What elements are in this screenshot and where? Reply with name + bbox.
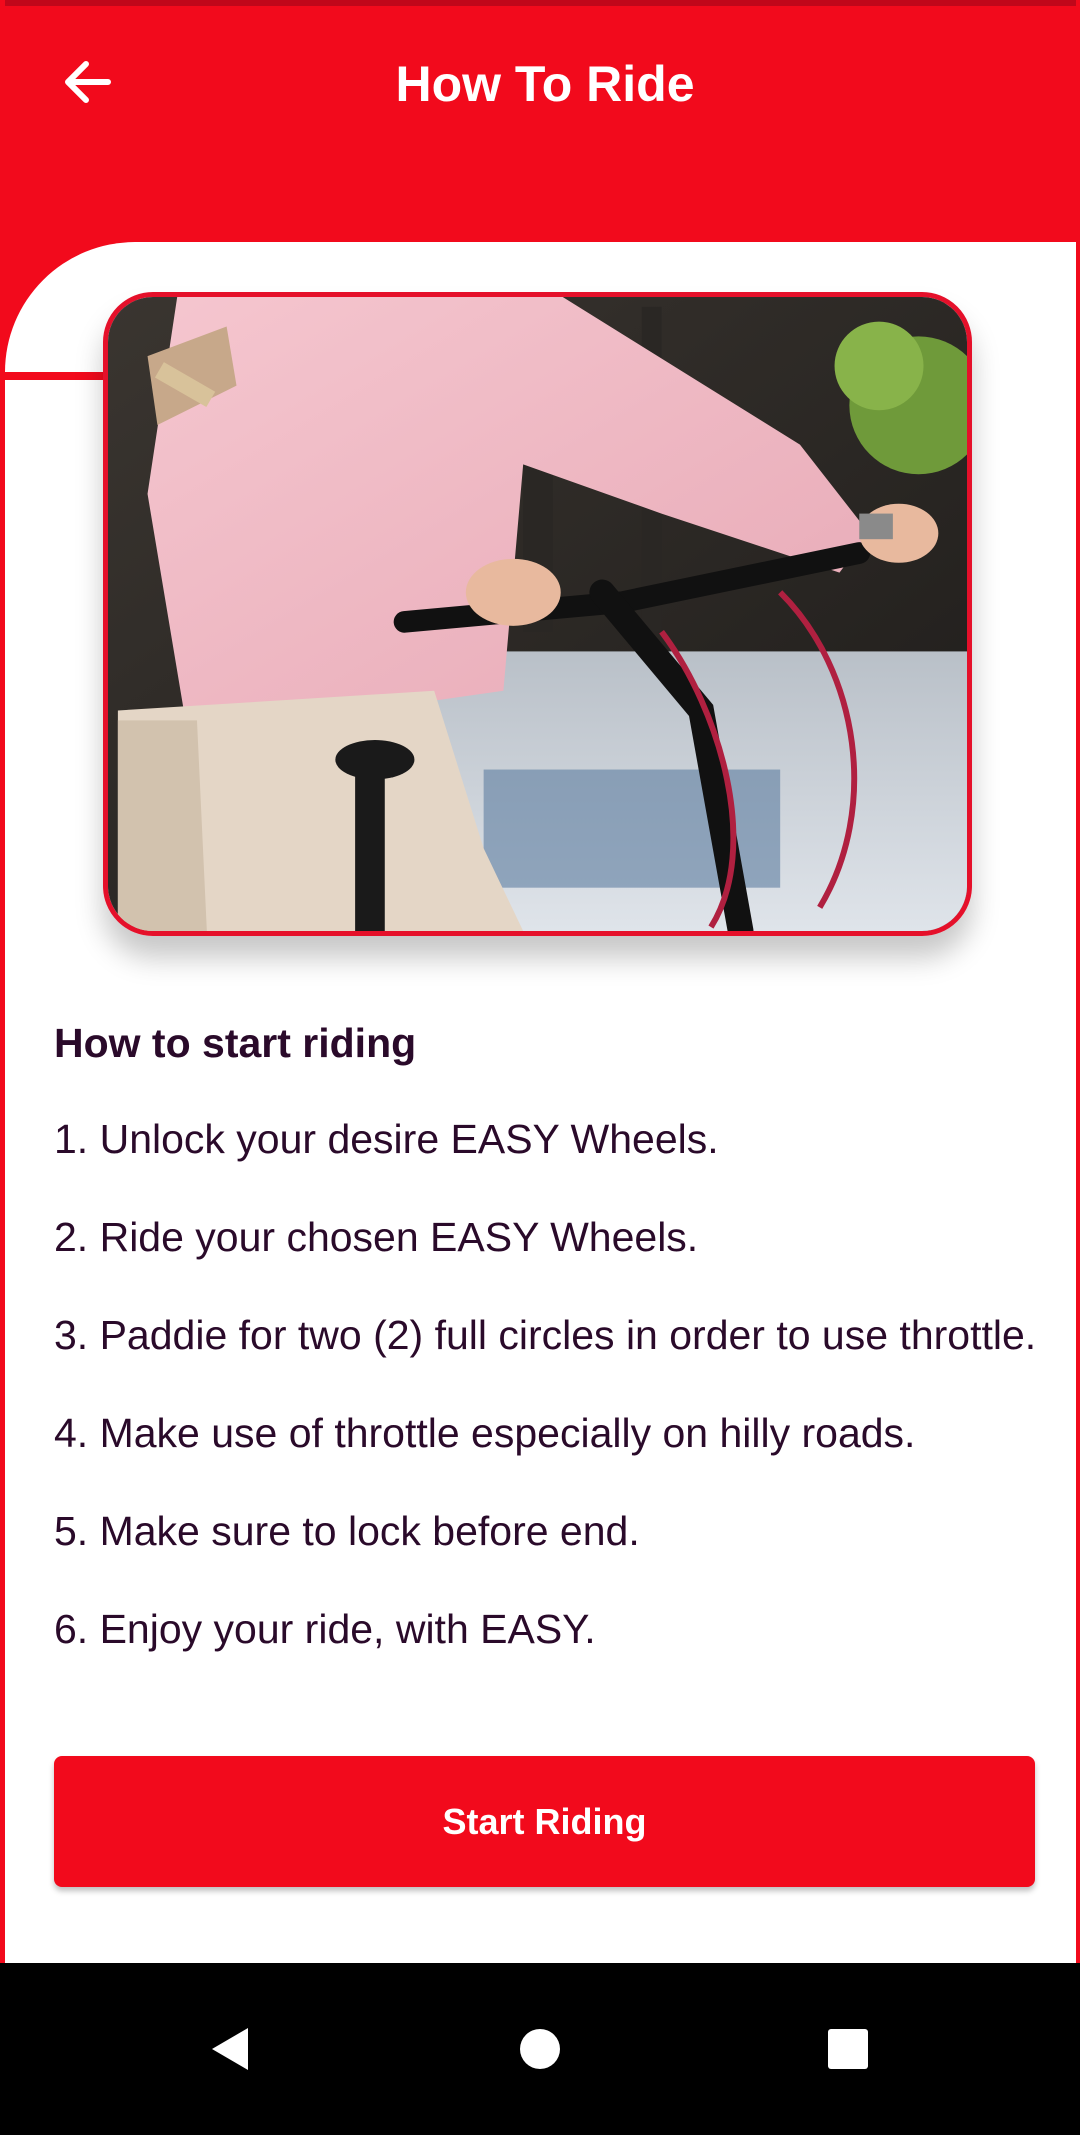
step-item: 2. Ride your chosen EASY Wheels.	[54, 1214, 699, 1260]
nav-home-icon	[520, 2029, 560, 2069]
step-item: 5. Make sure to lock before end.	[54, 1508, 640, 1554]
status-bar	[5, 0, 1076, 6]
steps-list: 1. Unlock your desire EASY Wheels. 2. Ri…	[54, 1112, 1044, 1700]
nav-back-button[interactable]	[150, 1963, 310, 2135]
step-item: 6. Enjoy your ride, with EASY.	[54, 1606, 596, 1652]
step-item: 4. Make use of throttle especially on hi…	[54, 1410, 916, 1456]
start-riding-button[interactable]: Start Riding	[54, 1756, 1035, 1887]
header-bar	[5, 0, 1076, 245]
system-navigation-bar	[0, 1963, 1080, 2135]
nav-home-button[interactable]	[460, 1963, 620, 2135]
step-item: 3. Paddie for two (2) full circles in or…	[54, 1312, 1037, 1358]
section-title: How to start riding	[54, 1020, 417, 1066]
hero-image	[103, 292, 972, 936]
person-with-bicycle-photo	[108, 297, 967, 931]
page-title: How To Ride	[395, 56, 695, 112]
nav-recents-button[interactable]	[768, 1963, 928, 2135]
nav-recents-icon	[828, 2029, 868, 2069]
step-item: 1. Unlock your desire EASY Wheels.	[54, 1116, 719, 1162]
app-screen: How To Ride How to start riding 1. Unloc…	[0, 0, 1080, 1963]
nav-back-icon	[212, 2028, 248, 2070]
